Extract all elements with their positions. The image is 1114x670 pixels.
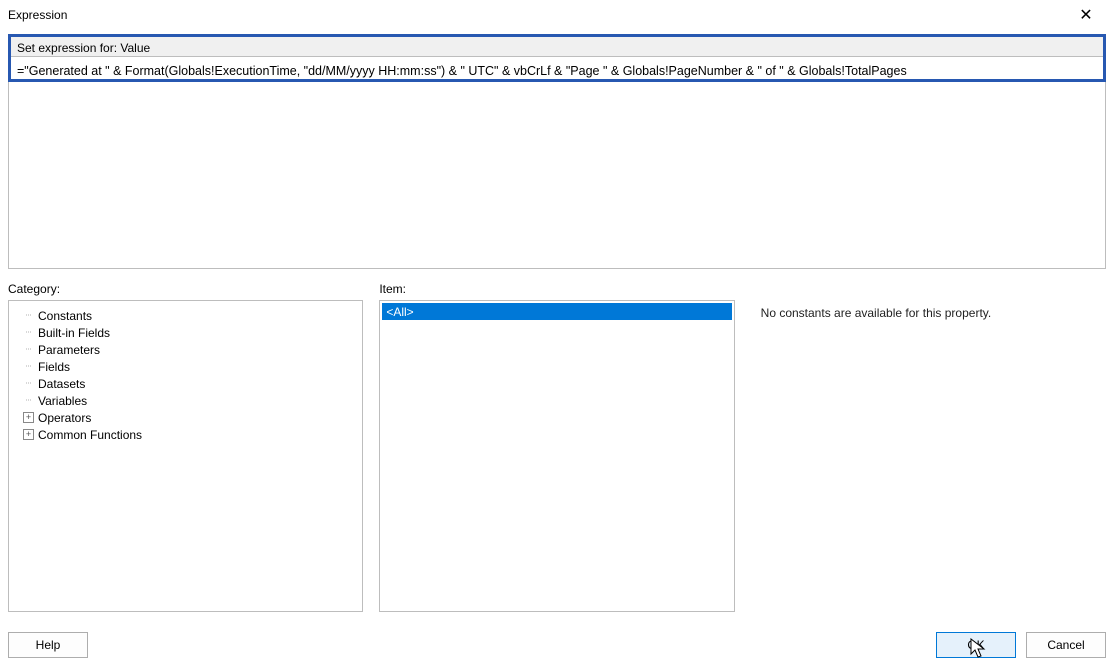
item-panel: Item: <All> xyxy=(379,282,734,612)
values-label-spacer xyxy=(751,282,1106,296)
tree-dash-icon: ⋯ xyxy=(23,395,34,406)
tree-item[interactable]: ⋯ Datasets xyxy=(13,375,358,392)
close-icon[interactable]: ✕ xyxy=(1066,0,1106,30)
tree-item-label: Variables xyxy=(38,394,87,408)
tree-item-label: Parameters xyxy=(38,343,100,357)
tree-dash-icon: ⋯ xyxy=(23,344,34,355)
panels: Category: ⋯ Constants ⋯ Built-in Fields ⋯ Par… xyxy=(8,282,1106,612)
tree-item-label: Built-in Fields xyxy=(38,326,110,340)
window-title: Expression xyxy=(8,8,67,22)
expression-input[interactable] xyxy=(8,56,1106,269)
tree-item[interactable]: ⋯ Variables xyxy=(13,392,358,409)
tree-item-label: Operators xyxy=(38,411,91,425)
footer: Help OK Cancel xyxy=(8,632,1106,658)
tree-dash-icon: ⋯ xyxy=(23,327,34,338)
tree-item[interactable]: + Common Functions xyxy=(13,426,358,443)
tree-item[interactable]: ⋯ Built-in Fields xyxy=(13,324,358,341)
tree-item-label: Common Functions xyxy=(38,428,142,442)
tree-dash-icon: ⋯ xyxy=(23,310,34,321)
tree-item[interactable]: + Operators xyxy=(13,409,358,426)
help-button[interactable]: Help xyxy=(8,632,88,658)
tree-item[interactable]: ⋯ Fields xyxy=(13,358,358,375)
tree-item-label: Constants xyxy=(38,309,92,323)
category-panel: Category: ⋯ Constants ⋯ Built-in Fields ⋯ Par… xyxy=(8,282,363,612)
expression-editor-wrap xyxy=(8,56,1106,269)
item-label: Item: xyxy=(379,282,734,296)
expand-icon[interactable]: + xyxy=(23,429,34,440)
tree-dash-icon: ⋯ xyxy=(23,361,34,372)
list-item[interactable]: <All> xyxy=(382,303,731,320)
category-label: Category: xyxy=(8,282,363,296)
tree-item[interactable]: ⋯ Parameters xyxy=(13,341,358,358)
category-tree[interactable]: ⋯ Constants ⋯ Built-in Fields ⋯ Parameters ⋯ Fi… xyxy=(8,300,363,612)
tree-item-label: Datasets xyxy=(38,377,85,391)
values-box: No constants are available for this prop… xyxy=(751,300,1106,612)
tree-dash-icon: ⋯ xyxy=(23,378,34,389)
titlebar: Expression ✕ xyxy=(0,0,1114,30)
cancel-button[interactable]: Cancel xyxy=(1026,632,1106,658)
tree-item-label: Fields xyxy=(38,360,70,374)
tree-item[interactable]: ⋯ Constants xyxy=(13,307,358,324)
ok-button[interactable]: OK xyxy=(936,632,1016,658)
expand-icon[interactable]: + xyxy=(23,412,34,423)
values-message: No constants are available for this prop… xyxy=(753,302,1104,324)
values-panel: No constants are available for this prop… xyxy=(751,282,1106,612)
item-list[interactable]: <All> xyxy=(379,300,734,612)
